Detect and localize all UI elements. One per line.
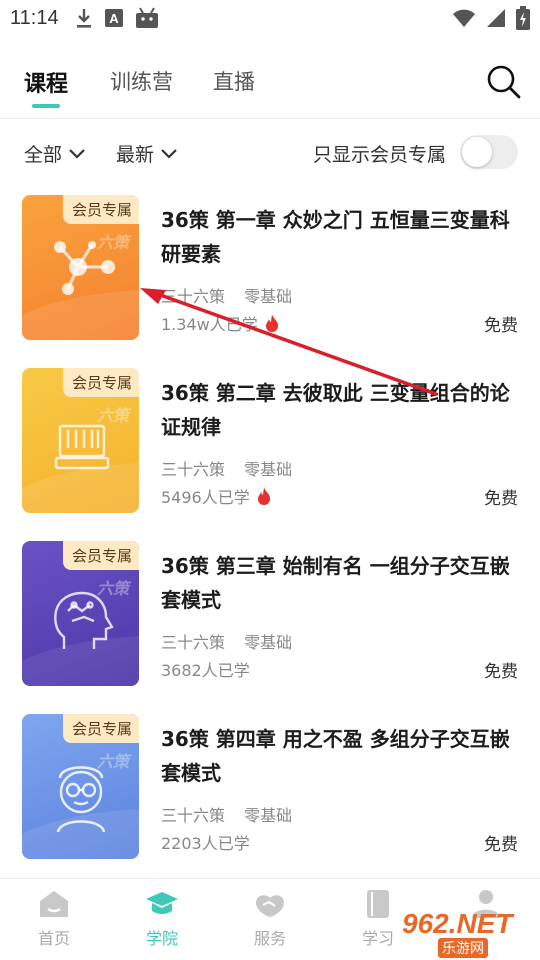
signal-icon <box>486 7 506 33</box>
thumbnail-mark: 六策 <box>96 579 129 598</box>
member-only-label: 只显示会员专属 <box>312 144 446 166</box>
course-price: 免费 <box>484 662 518 682</box>
tab-training-camp[interactable]: 训练营 <box>110 66 173 96</box>
sort-filter[interactable]: 最新 <box>116 140 178 167</box>
course-tag: 零基础 <box>244 633 293 652</box>
learner-count: 1.34w人已学 <box>161 311 280 335</box>
course-title[interactable]: 36策 第四章 用之不盈 多组分子交互嵌套模式 <box>161 722 521 790</box>
sort-filter-label: 最新 <box>116 144 155 166</box>
member-badge: 会员专属 <box>62 714 139 743</box>
nav-service-label: 服务 <box>253 929 286 948</box>
course-price: 免费 <box>484 835 518 855</box>
course-tags: 三十六策 零基础 <box>161 802 306 826</box>
handshake-icon <box>256 895 284 917</box>
course-title[interactable]: 36策 第一章 众妙之门 五恒量三变量科研要素 <box>161 203 521 271</box>
course-card[interactable]: 六策 会员专属 36策 第一章 众妙之门 五恒量三变量科研要素 三十六策 零基础… <box>0 195 540 345</box>
course-card[interactable]: 六策 会员专属 36策 第二章 去彼取此 三变量组合的论证规律 三十六策 零基础… <box>0 368 540 518</box>
course-title[interactable]: 36策 第二章 去彼取此 三变量组合的论证规律 <box>161 376 521 444</box>
tab-courses[interactable]: 课程 <box>24 66 68 98</box>
divider <box>0 118 540 119</box>
course-tag: 零基础 <box>244 287 293 306</box>
thumbnail-mark: 六策 <box>96 233 129 252</box>
member-badge: 会员专属 <box>62 368 139 397</box>
member-badge: 会员专属 <box>62 195 139 224</box>
graduation-cap-icon <box>146 892 178 914</box>
course-tags: 三十六策 零基础 <box>161 456 306 480</box>
nav-home-label: 首页 <box>37 929 70 948</box>
fire-icon <box>257 487 270 505</box>
course-thumbnail: 六策 会员专属 <box>22 195 139 340</box>
course-tag: 三十六策 <box>161 806 226 825</box>
battery-icon <box>516 6 530 34</box>
course-tag: 零基础 <box>244 460 293 479</box>
learner-count-text: 5496人已学 <box>161 488 250 507</box>
category-filter[interactable]: 全部 <box>24 140 86 167</box>
nav-service[interactable]: 服务 <box>230 889 310 949</box>
learner-count: 3682人已学 <box>161 657 250 681</box>
course-thumbnail: 六策 会员专属 <box>22 541 139 686</box>
status-time: 11:14 <box>10 6 59 29</box>
nav-home[interactable]: 首页 <box>14 889 94 949</box>
course-price: 免费 <box>484 316 518 336</box>
nav-academy-label: 学院 <box>145 929 178 948</box>
member-badge: 会员专属 <box>62 541 139 570</box>
course-card[interactable]: 六策 会员专属 36策 第四章 用之不盈 多组分子交互嵌套模式 三十六策 零基础… <box>0 714 540 864</box>
svg-text:A: A <box>109 11 119 26</box>
search-button[interactable] <box>486 64 522 100</box>
search-icon <box>487 65 521 99</box>
watermark-sub-text: 乐游网 <box>438 938 488 958</box>
course-tag: 零基础 <box>244 806 293 825</box>
thumbnail-mark: 六策 <box>96 752 129 771</box>
learner-count-text: 3682人已学 <box>161 661 250 680</box>
tab-live[interactable]: 直播 <box>213 66 255 96</box>
course-thumbnail: 六策 会员专属 <box>22 368 139 513</box>
download-icon <box>75 7 93 29</box>
status-bar: 11:14 A <box>0 0 540 36</box>
course-title[interactable]: 36策 第三章 始制有名 一组分子交互嵌套模式 <box>161 549 521 617</box>
thumbnail-mark: 六策 <box>96 406 129 425</box>
nav-academy[interactable]: 学院 <box>122 889 202 949</box>
chevron-down-icon <box>161 148 177 159</box>
course-tag: 三十六策 <box>161 287 226 306</box>
fire-icon <box>265 314 278 332</box>
course-price: 免费 <box>484 489 518 509</box>
course-tags: 三十六策 零基础 <box>161 283 306 307</box>
course-tag: 三十六策 <box>161 633 226 652</box>
android-icon <box>135 7 159 29</box>
category-filter-label: 全部 <box>24 144 63 166</box>
course-tags: 三十六策 零基础 <box>161 629 306 653</box>
course-card[interactable]: 六策 会员专属 36策 第三章 始制有名 一组分子交互嵌套模式 三十六策 零基础… <box>0 541 540 691</box>
top-tab-bar: 课程 训练营 直播 <box>0 54 540 112</box>
learner-count-text: 2203人已学 <box>161 834 250 853</box>
a-icon: A <box>104 9 123 27</box>
course-tag: 三十六策 <box>161 460 226 479</box>
filter-row: 全部 最新 只显示会员专属 <box>0 132 540 172</box>
learner-count-text: 1.34w人已学 <box>161 315 258 334</box>
learner-count: 5496人已学 <box>161 484 272 508</box>
chevron-down-icon <box>69 148 85 159</box>
course-thumbnail: 六策 会员专属 <box>22 714 139 859</box>
book-icon <box>367 890 389 918</box>
active-tab-indicator <box>32 104 60 108</box>
wifi-icon <box>452 7 476 33</box>
home-icon <box>40 891 68 917</box>
watermark-logo-text: 962.NET <box>402 908 513 939</box>
learner-count: 2203人已学 <box>161 830 250 854</box>
nav-study-label: 学习 <box>361 929 394 948</box>
watermark-logo: 962.NET 乐游网 <box>402 908 534 958</box>
member-only-toggle[interactable] <box>460 135 518 169</box>
toggle-knob <box>462 137 492 167</box>
